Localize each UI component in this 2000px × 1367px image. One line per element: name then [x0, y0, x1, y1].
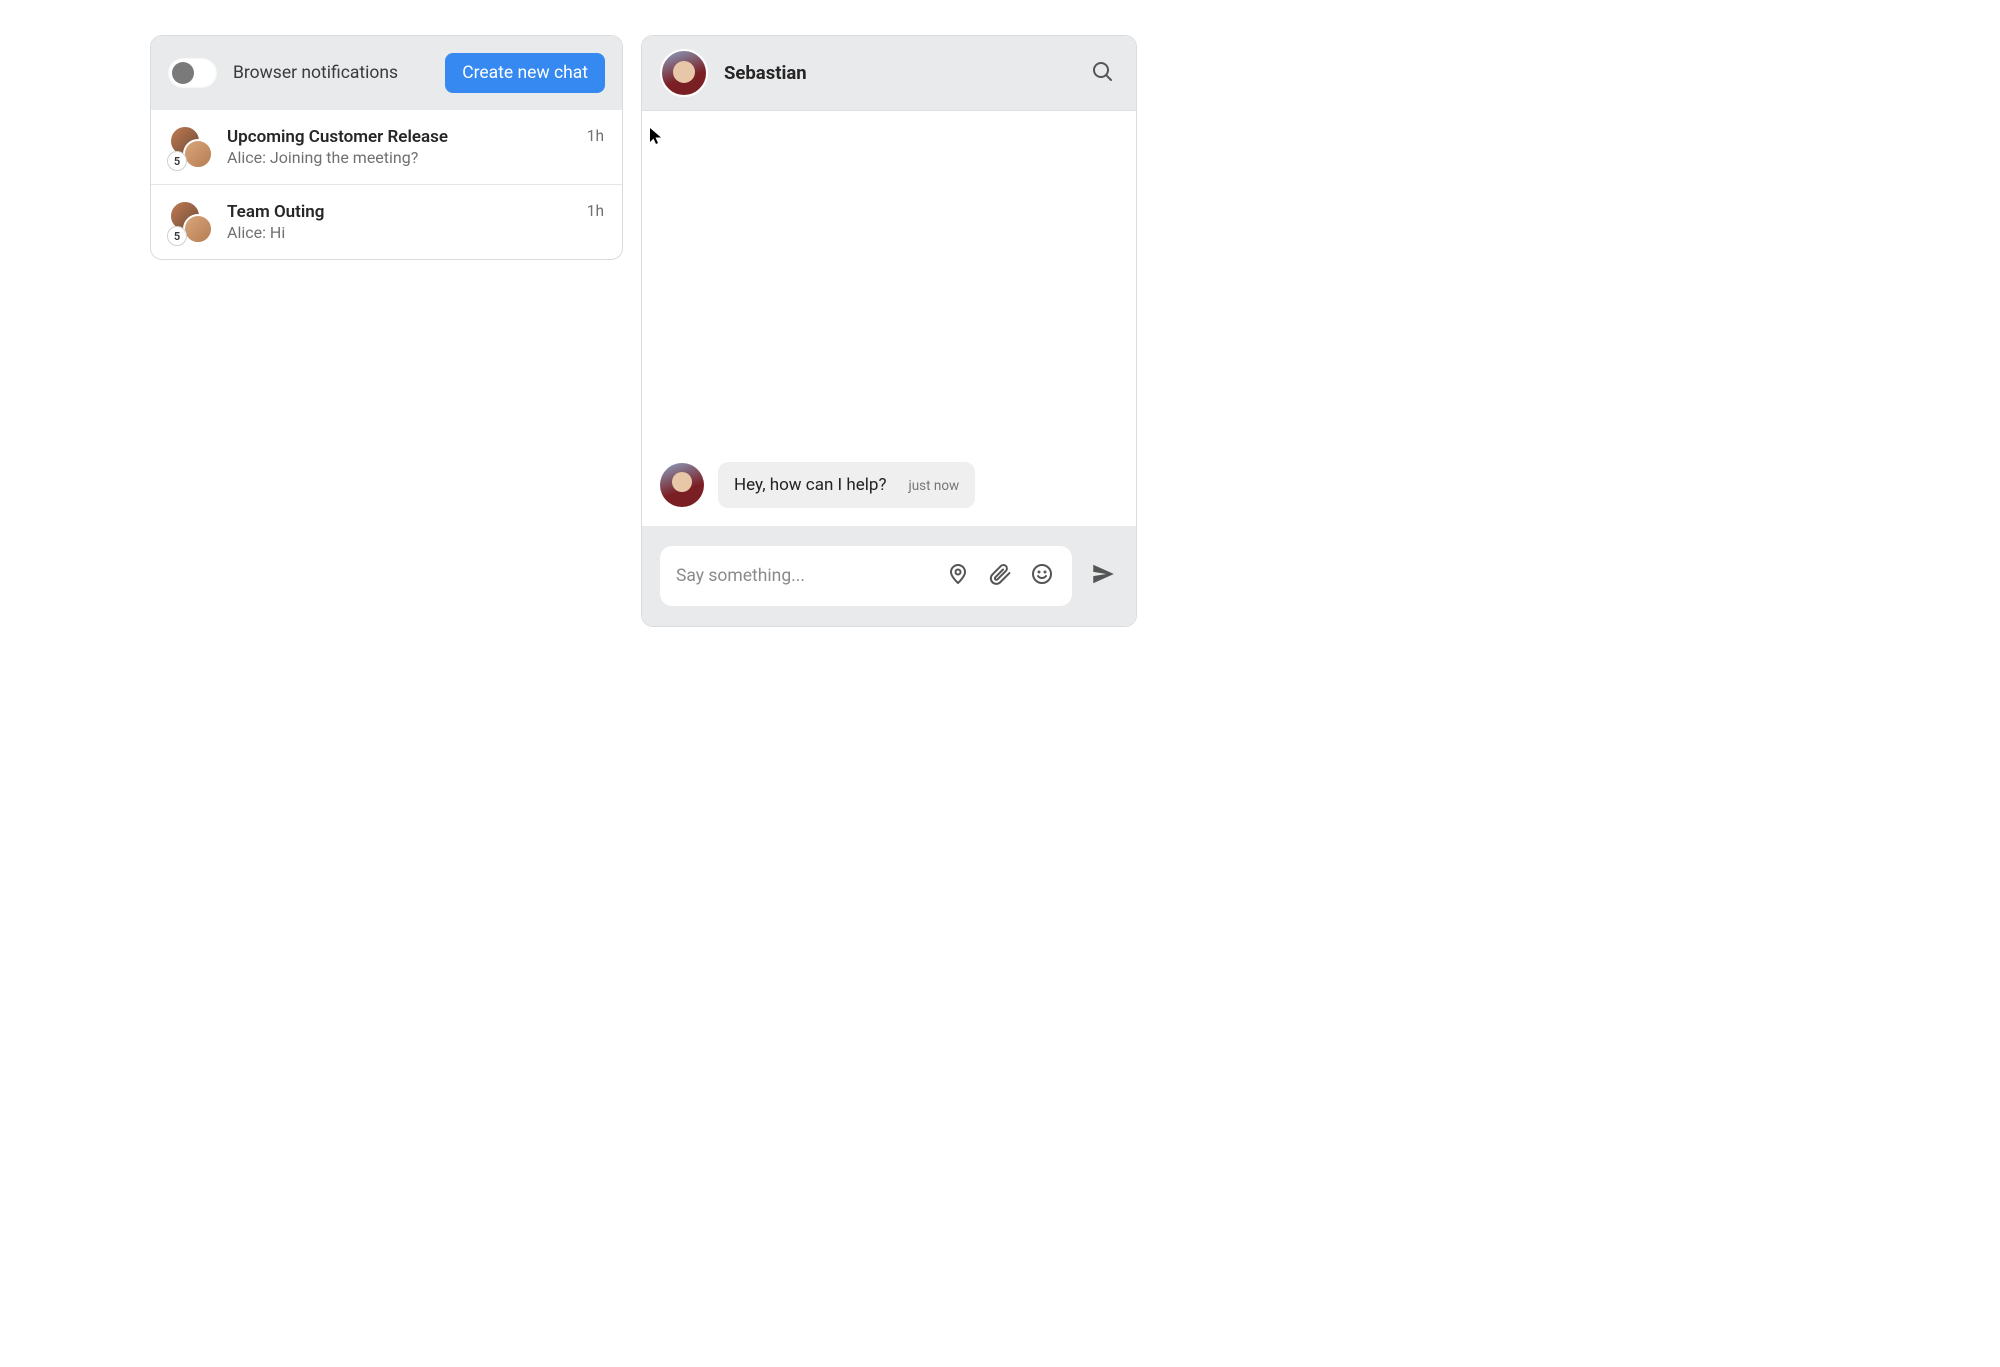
notifications-toggle[interactable]	[168, 58, 217, 88]
toggle-knob	[172, 62, 194, 84]
message-text: Hey, how can I help?	[734, 475, 887, 495]
chat-preview: Alice: Joining the meeting?	[227, 148, 573, 169]
search-button[interactable]	[1086, 55, 1118, 91]
emoji-button[interactable]	[1028, 560, 1056, 592]
chat-time: 1h	[587, 202, 604, 220]
avatar	[183, 214, 213, 244]
participant-count-badge: 5	[167, 151, 187, 171]
avatar-cluster: 5	[169, 125, 213, 169]
chat-list-item[interactable]: 5 Team Outing Alice: Hi 1h	[151, 185, 622, 259]
paperclip-icon	[988, 575, 1012, 590]
chat-preview: Alice: Hi	[227, 223, 573, 244]
chat-info: Team Outing Alice: Hi	[227, 201, 573, 244]
location-button[interactable]	[944, 560, 972, 592]
send-button[interactable]	[1088, 559, 1118, 593]
smiley-icon	[1030, 575, 1054, 590]
messages-area: Hey, how can I help? just now	[642, 111, 1136, 526]
chat-info: Upcoming Customer Release Alice: Joining…	[227, 126, 573, 169]
chat-panel: Sebastian Hey, how can I help? just now	[641, 35, 1137, 627]
location-pin-icon	[946, 575, 970, 590]
attachment-button[interactable]	[986, 560, 1014, 592]
send-icon	[1090, 576, 1116, 591]
chat-title: Upcoming Customer Release	[227, 126, 573, 148]
notifications-group: Browser notifications	[168, 58, 398, 88]
composer	[660, 546, 1072, 606]
create-new-chat-button[interactable]: Create new chat	[445, 53, 605, 93]
participant-count-badge: 5	[167, 226, 187, 246]
chat-time: 1h	[587, 127, 604, 145]
chat-list-item[interactable]: 5 Upcoming Customer Release Alice: Joini…	[151, 110, 622, 185]
avatar-cluster: 5	[169, 200, 213, 244]
chat-list-panel: Browser notifications Create new chat 5 …	[150, 35, 623, 260]
sender-avatar	[660, 463, 704, 507]
composer-bar	[642, 526, 1136, 626]
search-icon	[1090, 72, 1114, 87]
message-input[interactable]	[676, 566, 930, 586]
avatar	[183, 139, 213, 169]
chat-title: Team Outing	[227, 201, 573, 223]
message-bubble: Hey, how can I help? just now	[718, 462, 975, 508]
chat-partner-avatar	[660, 49, 708, 97]
chat-list-header: Browser notifications Create new chat	[151, 36, 622, 110]
message-time: just now	[909, 478, 960, 494]
chat-header: Sebastian	[642, 36, 1136, 111]
chat-partner-name: Sebastian	[724, 62, 1070, 84]
notifications-label: Browser notifications	[233, 63, 398, 83]
message-row: Hey, how can I help? just now	[660, 462, 1118, 508]
